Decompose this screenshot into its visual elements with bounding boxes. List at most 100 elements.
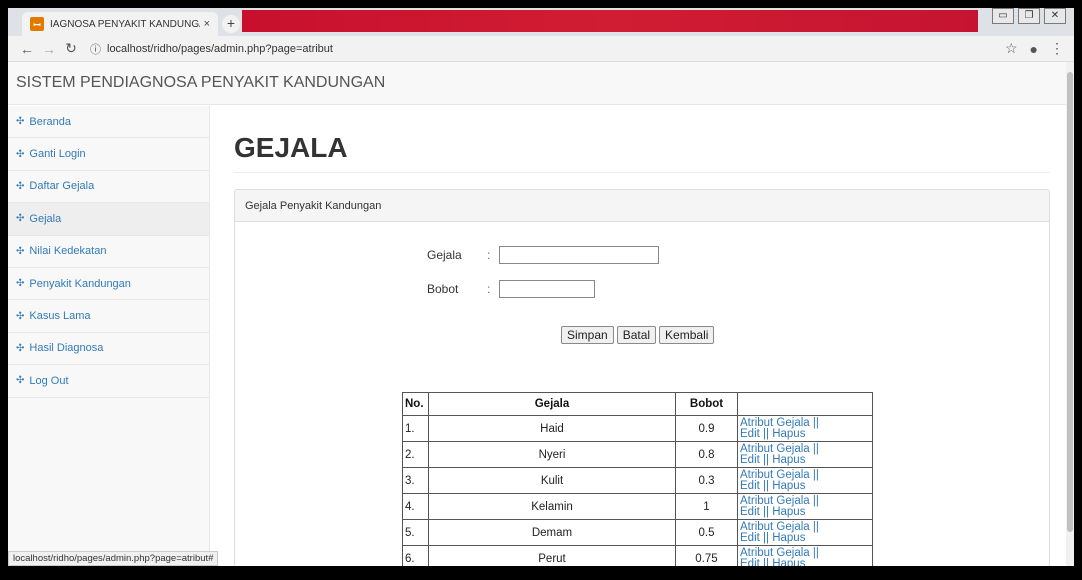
navbar: SISTEM PENDIAGNOSA PENYAKIT KANDUNGAN: [8, 62, 1074, 105]
sidebar-item-log-out[interactable]: ✣ Log Out: [8, 365, 209, 398]
cell-actions: Atribut Gejala || Edit || Hapus: [737, 441, 873, 468]
cell-actions: Atribut Gejala || Edit || Hapus: [737, 415, 873, 442]
delete-link[interactable]: Hapus: [772, 532, 805, 544]
gejala-label: Gejala: [427, 248, 462, 262]
cell-bobot: 0.3: [675, 467, 738, 494]
minimize-icon[interactable]: ▭: [992, 8, 1014, 24]
tab-title: IAGNOSA PENYAKIT KANDUNGA: [50, 18, 200, 30]
browser-tab[interactable]: ꟷ IAGNOSA PENYAKIT KANDUNGA ×: [22, 12, 218, 36]
link-separator: ||: [759, 427, 773, 440]
site-favicon-icon: ꟷ: [30, 17, 44, 31]
sidebar-item-hasil-diagnosa[interactable]: ✣ Hasil Diagnosa: [8, 333, 209, 366]
gejala-table: No. Gejala Bobot 1. Haid 0.9 Atribut Gejala…: [402, 392, 873, 566]
cell-actions: Atribut Gejala || Edit || Hapus: [737, 519, 873, 546]
table-row: 5. Demam 0.5 Atribut Gejala || Edit || Hapus: [402, 519, 873, 546]
new-tab-button[interactable]: +: [222, 15, 240, 33]
table-row: 2. Nyeri 0.8 Atribut Gejala || Edit || Hapus: [402, 441, 873, 468]
delete-link[interactable]: Hapus: [772, 428, 805, 440]
forward-arrow-icon[interactable]: →: [40, 41, 58, 57]
bobot-label: Bobot: [427, 282, 459, 296]
column-header-no: No.: [402, 392, 429, 416]
panel-body: Gejala : Bobot : Simpan Batal Kembali No…: [235, 222, 1049, 566]
profile-icon[interactable]: ●: [1030, 41, 1038, 57]
bobot-input[interactable]: [499, 280, 595, 298]
sidebar-item-kasus-lama[interactable]: ✣ Kasus Lama: [8, 300, 209, 333]
cell-gejala: Kulit: [428, 467, 676, 494]
page-scrollbar[interactable]: [1066, 62, 1074, 566]
site-brand[interactable]: SISTEM PENDIAGNOSA PENYAKIT KANDUNGAN: [16, 74, 385, 92]
edit-link[interactable]: Edit: [740, 454, 760, 466]
panel-heading: Gejala Penyakit Kandungan: [235, 190, 1049, 222]
cell-gejala: Kelamin: [428, 493, 676, 520]
link-separator: ||: [759, 479, 773, 492]
close-window-icon[interactable]: ✕: [1044, 8, 1066, 24]
dashboard-icon: ✣: [16, 375, 25, 387]
tab-close-icon[interactable]: ×: [204, 18, 210, 30]
table-row: 3. Kulit 0.3 Atribut Gejala || Edit || Hapus: [402, 467, 873, 494]
edit-link[interactable]: Edit: [740, 506, 760, 518]
edit-link[interactable]: Edit: [740, 428, 760, 440]
dashboard-icon: ✣: [16, 245, 25, 257]
edit-link[interactable]: Edit: [740, 558, 760, 566]
scrollbar-thumb[interactable]: [1067, 72, 1073, 532]
redacted-tabs: [242, 10, 978, 32]
page-title: GEJALA: [234, 132, 1050, 173]
dashboard-icon: ✣: [16, 148, 25, 160]
sidebar-item-label: Gejala: [29, 212, 62, 225]
table-header-row: No. Gejala Bobot: [402, 392, 873, 416]
menu-dots-icon[interactable]: ⋮: [1050, 40, 1064, 57]
address-bar: ← → ↻ ⓘ localhost/ridho/pages/admin.php?…: [8, 36, 1074, 62]
save-button[interactable]: Simpan: [561, 326, 614, 344]
back-arrow-icon[interactable]: ←: [18, 41, 36, 57]
sidebar-item-nilai-kedekatan[interactable]: ✣ Nilai Kedekatan: [8, 236, 209, 268]
table-row: 4. Kelamin 1 Atribut Gejala || Edit || Hapus: [402, 493, 873, 520]
cell-bobot: 1: [675, 493, 738, 520]
browser-window: ꟷ IAGNOSA PENYAKIT KANDUNGA × + ▭ ❐ ✕ ← …: [8, 8, 1074, 566]
sidebar-item-label: Beranda: [29, 115, 71, 128]
sidebar-item-label: Penyakit Kandungan: [29, 277, 131, 290]
sidebar-item-beranda[interactable]: ✣ Beranda: [8, 106, 209, 139]
gejala-input[interactable]: [499, 246, 659, 264]
cell-actions: Atribut Gejala || Edit || Hapus: [737, 545, 873, 566]
window-controls: ▭ ❐ ✕: [992, 8, 1066, 24]
delete-link[interactable]: Hapus: [772, 558, 805, 566]
sidebar-item-penyakit-kandungan[interactable]: ✣ Penyakit Kandungan: [8, 268, 209, 301]
sidebar-item-label: Daftar Gejala: [29, 180, 95, 193]
status-bar-url: localhost/ridho/pages/admin.php?page=atr…: [8, 551, 219, 566]
link-separator: ||: [759, 531, 773, 544]
cancel-button[interactable]: Batal: [616, 326, 657, 344]
url-field[interactable]: localhost/ridho/pages/admin.php?page=atr…: [107, 43, 993, 55]
sidebar-item-label: Ganti Login: [29, 148, 86, 161]
restore-icon[interactable]: ❐: [1018, 8, 1040, 24]
gejala-row: Gejala :: [427, 246, 659, 264]
info-icon[interactable]: ⓘ: [90, 41, 101, 57]
link-separator: ||: [759, 557, 773, 566]
sidebar-item-daftar-gejala[interactable]: ✣ Daftar Gejala: [8, 171, 209, 204]
cell-bobot: 0.75: [675, 545, 738, 566]
edit-link[interactable]: Edit: [740, 480, 760, 492]
cell-actions: Atribut Gejala || Edit || Hapus: [737, 467, 873, 494]
cell-actions: Atribut Gejala || Edit || Hapus: [737, 493, 873, 520]
dashboard-icon: ✣: [16, 310, 25, 322]
bookmark-star-icon[interactable]: ☆: [1005, 40, 1018, 57]
delete-link[interactable]: Hapus: [772, 480, 805, 492]
column-header-gejala: Gejala: [428, 392, 676, 416]
cell-bobot: 0.8: [675, 441, 738, 468]
web-page: SISTEM PENDIAGNOSA PENYAKIT KANDUNGAN ✣ B…: [8, 62, 1074, 566]
cell-gejala: Haid: [428, 415, 676, 442]
dashboard-icon: ✣: [16, 116, 25, 128]
form-buttons: Simpan Batal Kembali: [561, 326, 715, 344]
delete-link[interactable]: Hapus: [772, 454, 805, 466]
cell-no: 1.: [402, 415, 429, 442]
reload-icon[interactable]: ↻: [62, 40, 80, 57]
column-header-action: [737, 392, 873, 416]
bobot-row: Bobot :: [427, 280, 595, 298]
sidebar-item-gejala[interactable]: ✣ Gejala: [8, 203, 209, 236]
cell-no: 3.: [402, 467, 429, 494]
edit-link[interactable]: Edit: [740, 532, 760, 544]
column-header-bobot: Bobot: [675, 392, 738, 416]
sidebar-item-ganti-login[interactable]: ✣ Ganti Login: [8, 138, 209, 171]
back-button[interactable]: Kembali: [659, 326, 715, 344]
sidebar-item-label: Kasus Lama: [29, 310, 91, 323]
delete-link[interactable]: Hapus: [772, 506, 805, 518]
